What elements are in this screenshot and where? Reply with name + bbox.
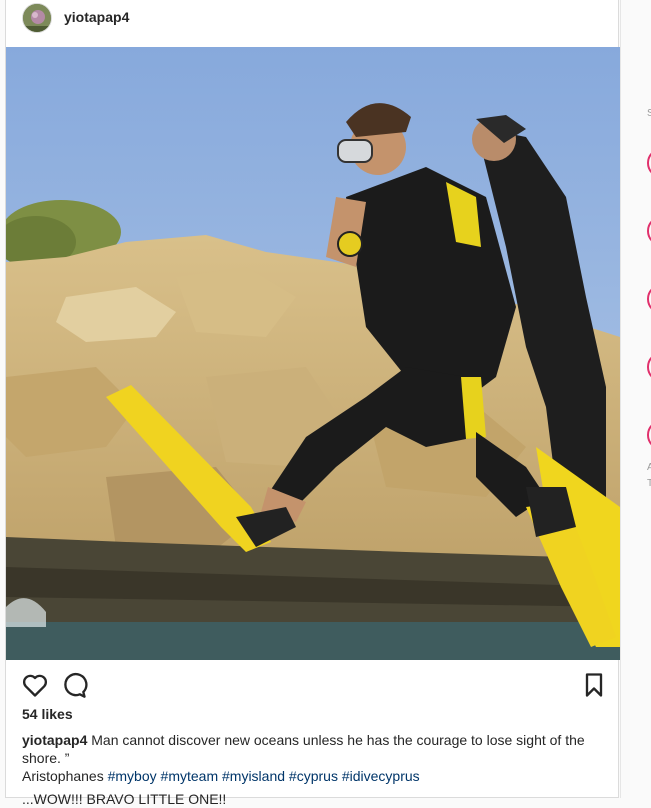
sidebar-letter: T <box>647 478 651 489</box>
post-header: yiotapap4 <box>6 0 620 36</box>
caption-username[interactable]: yiotapap4 <box>22 732 87 748</box>
hashtag[interactable]: #cyprus <box>289 768 338 784</box>
story-avatar[interactable] <box>647 352 651 382</box>
likes-count[interactable]: 54 likes <box>22 706 73 722</box>
comment-icon[interactable] <box>60 671 88 699</box>
comment-preview: ...WOW!!! BRAVO LITTLE ONE!! <box>22 791 227 807</box>
post-actions <box>6 668 620 704</box>
caption: yiotapap4 Man cannot discover new oceans… <box>22 731 607 785</box>
caption-author: Aristophanes <box>22 768 104 784</box>
hashtag[interactable]: #myteam <box>161 768 219 784</box>
bookmark-icon[interactable] <box>580 671 608 699</box>
story-avatar[interactable] <box>647 420 651 450</box>
post-username[interactable]: yiotapap4 <box>64 9 129 25</box>
avatar[interactable] <box>22 3 52 33</box>
hashtag[interactable]: #idivecyprus <box>342 768 420 784</box>
story-avatar[interactable] <box>647 284 651 314</box>
post-photo[interactable] <box>6 47 620 660</box>
sidebar-letter: S <box>647 108 651 119</box>
story-avatar[interactable] <box>647 148 651 178</box>
sidebar-letter: A <box>647 462 651 473</box>
story-avatar[interactable] <box>647 216 651 246</box>
suggestions-sidebar: S A T <box>620 0 651 798</box>
hashtag[interactable]: #myisland <box>222 768 285 784</box>
hashtag[interactable]: #myboy <box>108 768 157 784</box>
heart-icon[interactable] <box>21 671 49 699</box>
caption-text: Man cannot discover new oceans unless he… <box>22 732 585 766</box>
post-card: yiotapap4 54 likes yiotapap4 Man cannot … <box>5 0 620 807</box>
